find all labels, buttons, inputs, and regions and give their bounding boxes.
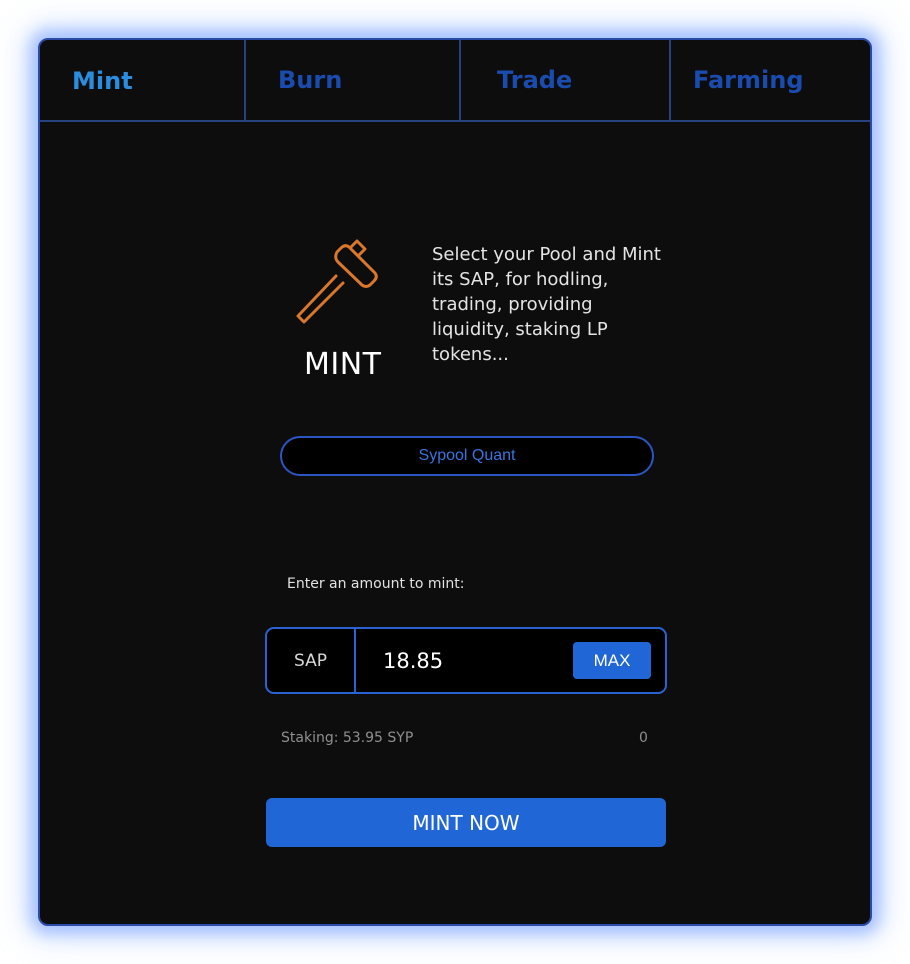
tab-bar: Mint Burn Trade Farming [40, 40, 870, 122]
tab-trade[interactable]: Trade [459, 40, 669, 120]
mint-panel: Mint Burn Trade Farming MINT Select your… [38, 38, 872, 926]
amount-input-group: SAP MAX [265, 627, 667, 694]
hero-description: Select your Pool and Mint its SAP, for h… [432, 244, 661, 365]
tab-farming[interactable]: Farming [669, 40, 870, 120]
tab-burn[interactable]: Burn [244, 40, 459, 120]
amount-label: Enter an amount to mint: [287, 576, 465, 592]
tab-mint[interactable]: Mint [40, 40, 244, 120]
max-button[interactable]: MAX [573, 642, 651, 679]
mint-now-button[interactable]: MINT NOW [266, 798, 666, 847]
hero-title: MINT [304, 347, 382, 382]
staking-value: 0 [639, 730, 648, 746]
pool-select[interactable]: Sypool Quant [280, 436, 654, 476]
hammer-icon [296, 239, 378, 324]
amount-input[interactable] [383, 646, 553, 676]
amount-unit: SAP [267, 629, 356, 692]
staking-label: Staking: 53.95 SYP [281, 730, 414, 746]
